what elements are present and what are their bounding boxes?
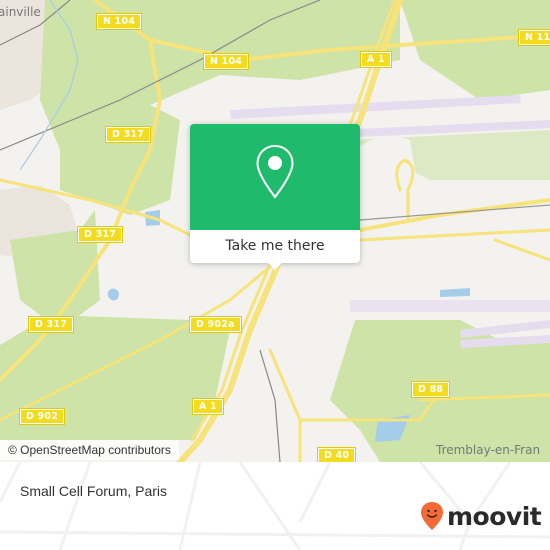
runway (460, 320, 550, 338)
place-label-tremblay: Tremblay-en-Fran (436, 443, 541, 457)
road-shield-d317: D 317 (104, 126, 152, 143)
road-shield-d902a: D 902a (189, 316, 242, 333)
road-shield-d317: D 317 (76, 226, 124, 243)
location-popup: Take me there (190, 124, 360, 270)
road-shield-n104: N 104 (95, 13, 143, 30)
road-shield-d317: D 317 (27, 316, 75, 333)
map-pin-icon (256, 144, 294, 199)
road-shield-a1: A 1 (192, 398, 224, 415)
taxiway (350, 300, 550, 312)
moovit-pin-icon (421, 502, 443, 530)
popup-pointer (267, 262, 283, 270)
road-shield-d40: D 40 (316, 447, 357, 462)
popup-header (190, 124, 360, 230)
road-shield-n104: N 104 (202, 53, 250, 70)
moovit-logo[interactable]: moovit (420, 500, 542, 532)
map-attribution[interactable]: © OpenStreetMap contributors (0, 440, 179, 460)
place-title: Small Cell Forum, Paris (20, 483, 168, 499)
place-label-town: ainville (0, 5, 41, 19)
airport-terminal-area (355, 136, 420, 200)
moovit-wordmark: moovit (447, 501, 542, 531)
map-view[interactable]: ainville Tremblay-en-Fran N 104 N 104 A … (0, 0, 550, 462)
water (107, 288, 119, 301)
road-shield-d902: D 902 (18, 408, 66, 425)
take-me-there-button[interactable]: Take me there (190, 230, 360, 263)
runway (230, 95, 521, 119)
water (440, 288, 470, 297)
footer-bar: Small Cell Forum, Paris moovit (0, 462, 550, 550)
road-shield-a1: A 1 (360, 51, 392, 68)
road-shield-d88: D 88 (410, 381, 451, 398)
road-shield-n11: N 11 (517, 29, 550, 46)
forest-area (400, 0, 550, 100)
